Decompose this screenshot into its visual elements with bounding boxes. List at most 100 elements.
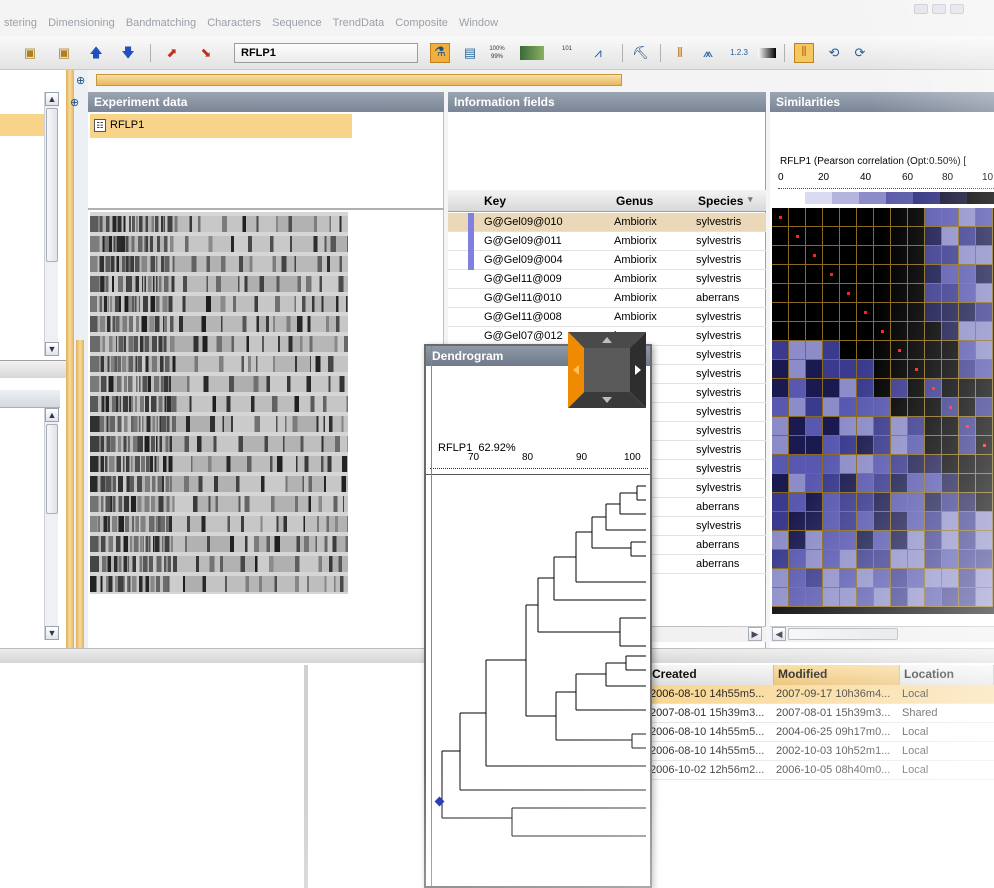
move-up-icon[interactable]: ⬈ — [164, 45, 180, 61]
matrix-cell — [976, 398, 993, 417]
menu-item-clustering[interactable]: stering — [0, 14, 41, 29]
bands-icon[interactable]: ⦀ — [672, 45, 688, 61]
tools-icon[interactable]: ⛏ — [632, 45, 649, 61]
minimize-button[interactable] — [914, 4, 928, 14]
scroll-thumb[interactable] — [788, 628, 898, 640]
menu-item-window[interactable]: Window — [455, 14, 502, 29]
undo-icon[interactable]: ⟲ — [826, 45, 842, 61]
matrix-cell — [959, 379, 976, 398]
gel-strip-image — [90, 212, 348, 594]
cell-genus: Ambiorix — [614, 254, 657, 266]
horizontal-slider[interactable] — [96, 74, 622, 86]
column-header-genus[interactable]: Genus — [616, 194, 653, 208]
dendrogram-window[interactable]: Dendrogram RFLP1 62.92% 70 80 90 100 — [424, 344, 652, 888]
panel-divider — [0, 360, 66, 378]
column-header-created[interactable]: Created — [648, 665, 774, 685]
table-row[interactable]: 2007-08-01 15h39m3... 2007-08-01 15h39m3.… — [648, 704, 994, 723]
matrix-cell — [891, 398, 908, 417]
matrix-cell — [891, 208, 908, 227]
list-scrollbar[interactable]: ▲ ▼ — [44, 408, 59, 640]
table-row[interactable]: 2006-08-10 14h55m5... 2007-09-17 10h36m4.… — [648, 685, 994, 704]
experiment-data-panel: Experiment data ☷ RFLP1 — [88, 92, 444, 648]
scroll-right-button[interactable]: ▶ — [748, 627, 762, 641]
column-header-location[interactable]: Location — [900, 665, 994, 685]
gel-lane — [90, 536, 348, 552]
column-header-modified[interactable]: Modified — [774, 665, 900, 685]
column-header-key[interactable]: Key — [484, 194, 506, 208]
layout-icon[interactable]: ▤ — [462, 45, 478, 61]
matrix-cell — [891, 246, 908, 265]
zoom-percent-icon[interactable]: 100% 99% — [486, 45, 508, 61]
arrow-down-icon[interactable]: 🡇 — [120, 45, 136, 61]
scroll-up-button[interactable]: ▲ — [45, 408, 59, 422]
cell-species: sylvestris — [696, 444, 742, 456]
gradient-icon[interactable] — [758, 48, 776, 58]
densitometric-curve-icon[interactable]: ⩘ — [590, 45, 606, 61]
import-icon[interactable]: ▣ — [22, 45, 38, 61]
table-row[interactable]: G@Gel09@004 Ambiorix sylvestris — [448, 251, 766, 270]
cell-location: Local — [902, 764, 929, 776]
tree-selected-item[interactable] — [0, 114, 44, 136]
table-row[interactable]: 2006-08-10 14h55m5... 2002-10-03 10h52m1.… — [648, 742, 994, 761]
scroll-thumb[interactable] — [46, 424, 58, 514]
show-bands-icon[interactable]: ⦀ — [794, 43, 814, 63]
export-icon[interactable]: ▣ — [56, 45, 72, 61]
experiment-selector[interactable]: RFLP1 — [234, 43, 418, 63]
matrix-cell — [874, 360, 891, 379]
table-row[interactable]: G@Gel11@009 Ambiorix sylvestris — [448, 270, 766, 289]
table-row[interactable]: G@Gel09@010 Ambiorix sylvestris — [448, 213, 766, 232]
matrix-hscrollbar[interactable]: ◀ — [770, 626, 994, 642]
binary-label: 101 — [561, 46, 572, 52]
table-row[interactable]: G@Gel09@011 Ambiorix sylvestris — [448, 232, 766, 251]
tree-scrollbar[interactable]: ▲ ▼ — [44, 92, 59, 356]
matrix-cell — [942, 474, 959, 493]
matrix-cell — [806, 512, 823, 531]
flask-icon[interactable]: ⚗ — [430, 43, 450, 63]
diagonal-marker — [949, 406, 952, 409]
table-row[interactable]: 2006-08-10 14h55m5... 2004-06-25 09h17m0.… — [648, 723, 994, 742]
menu-item-dimensioning[interactable]: Dimensioning — [44, 14, 119, 29]
move-down-icon[interactable]: ⬊ — [198, 45, 214, 61]
cell-created: 2006-10-02 12h56m2... — [650, 764, 765, 776]
table-row[interactable]: 2006-10-02 12h56m2... 2006-10-05 08h40m0.… — [648, 761, 994, 780]
matrix-cell — [857, 227, 874, 246]
menu-item-characters[interactable]: Characters — [203, 14, 265, 29]
matrix-cell — [823, 474, 840, 493]
matrix-cell — [908, 512, 925, 531]
scroll-thumb[interactable] — [46, 108, 58, 262]
column-splitter[interactable] — [304, 665, 308, 888]
arrow-up-icon[interactable]: 🡅 — [88, 45, 104, 61]
menu-item-composite[interactable]: Composite — [391, 14, 452, 29]
binary-icon[interactable]: 101 — [556, 45, 578, 61]
curve-icon[interactable]: ⩕ — [700, 45, 716, 61]
sort-dropdown-icon[interactable]: ▾ — [748, 194, 753, 205]
close-button[interactable] — [950, 4, 964, 14]
experiment-item[interactable]: ☷ RFLP1 — [90, 114, 352, 138]
table-row[interactable]: G@Gel11@008 Ambiorix sylvestris — [448, 308, 766, 327]
matrix-cell — [959, 569, 976, 588]
diagonal-marker — [779, 216, 782, 219]
menu-item-sequence[interactable]: Sequence — [268, 14, 326, 29]
gel-image-icon[interactable] — [520, 46, 544, 60]
navigation-widget[interactable] — [568, 332, 646, 408]
similarities-title: Similarities — [770, 92, 994, 112]
color-legend — [778, 192, 994, 204]
scroll-up-button[interactable]: ▲ — [45, 92, 59, 106]
scroll-down-button[interactable]: ▼ — [45, 342, 59, 356]
root-node[interactable] — [434, 796, 445, 807]
zoom-in-icon[interactable]: ⊕ — [70, 96, 82, 109]
lane-splitter[interactable] — [76, 340, 84, 648]
numbering-icon[interactable]: 1.2.3 — [728, 45, 750, 61]
splitter-bar[interactable] — [66, 70, 74, 648]
gel-lane — [90, 376, 348, 392]
column-header-species[interactable]: Species — [698, 194, 743, 208]
redo-icon[interactable]: ⟳ — [852, 45, 868, 61]
table-row[interactable]: G@Gel11@010 Ambiorix aberrans — [448, 289, 766, 308]
menu-item-bandmatching[interactable]: Bandmatching — [122, 14, 200, 29]
scroll-left-button[interactable]: ◀ — [772, 627, 786, 641]
menu-item-trenddata[interactable]: TrendData — [329, 14, 389, 29]
scroll-down-button[interactable]: ▼ — [45, 626, 59, 640]
matrix-cell — [959, 265, 976, 284]
maximize-button[interactable] — [932, 4, 946, 14]
zoom-in-icon[interactable]: ⊕ — [76, 74, 88, 87]
